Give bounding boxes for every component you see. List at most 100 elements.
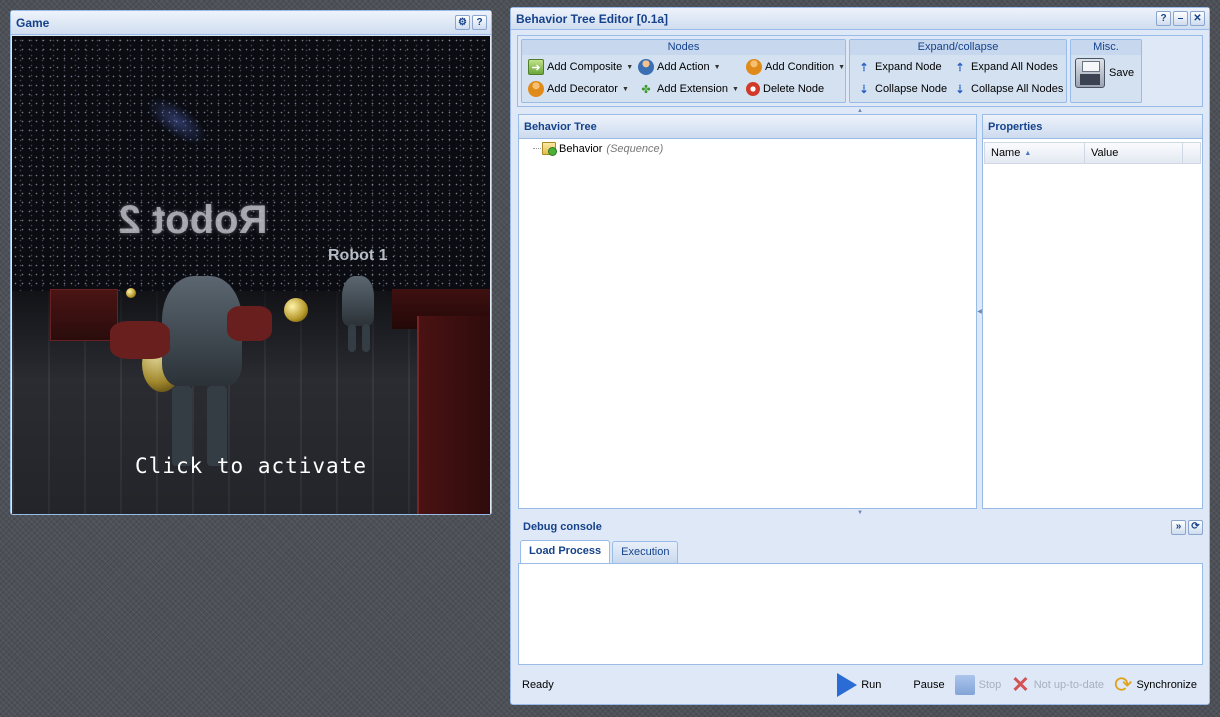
tab-load-process[interactable]: Load Process [520, 540, 611, 563]
properties-grid-header: Name ▲ Value [984, 142, 1201, 164]
pause-label: Pause [913, 679, 945, 691]
column-header-name-label: Name [991, 147, 1021, 159]
decorator-icon [528, 81, 544, 97]
click-to-activate[interactable]: Click to activate [12, 454, 490, 478]
misc-group-title: Misc. [1071, 40, 1141, 55]
expand-all-label: Expand All Nodes [971, 61, 1058, 73]
floppy-disk-icon [1075, 58, 1105, 88]
game-viewport[interactable]: Robot 2 Robot 1 Click to activate [12, 36, 490, 514]
stop-label: Stop [978, 679, 1002, 691]
dropdown-arrow-icon: ▼ [626, 63, 634, 71]
add-composite-label: Add Composite [547, 61, 623, 73]
console-splitter[interactable]: ▼ [517, 510, 1203, 516]
extension-icon: ✤ [641, 83, 651, 96]
tree-node-root[interactable]: Behavior (Sequence) [533, 142, 976, 156]
wall-block-left [50, 289, 118, 341]
collapse-all-icon: ⇣ [955, 83, 965, 96]
expand-node-button[interactable]: ⇡ Expand Node [853, 57, 947, 77]
nodes-group-title: Nodes [522, 40, 845, 55]
nodes-group: Nodes ➜ Add Composite ▼ Add Action ▼ Add… [521, 39, 846, 103]
behavior-tree-panel: Behavior Tree Behavior (Sequence) [518, 114, 977, 509]
save-label: Save [1109, 67, 1135, 79]
debug-tabs: Load Process Execution [518, 539, 1203, 564]
orb [126, 288, 136, 298]
add-condition-label: Add Condition [765, 61, 835, 73]
play-icon [837, 673, 858, 697]
add-decorator-label: Add Decorator [547, 83, 618, 95]
add-extension-button[interactable]: ✤ Add Extension ▼ [635, 79, 741, 99]
not-up-to-date-label: Not up-to-date [1033, 679, 1105, 691]
collapse-icon: ⇣ [859, 83, 869, 96]
stop-button[interactable]: Stop [954, 675, 1002, 695]
expand-collapse-group: Expand/collapse ⇡ Expand Node ⇡ Expand A… [849, 39, 1067, 103]
help-icon[interactable]: ? [472, 15, 487, 30]
column-header-name[interactable]: Name ▲ [985, 143, 1085, 163]
synchronize-button[interactable]: ⟳ Synchronize [1114, 674, 1197, 696]
robot-near-arm [227, 306, 272, 341]
wall-block-right [417, 316, 490, 514]
stop-icon [954, 675, 975, 695]
sort-ascending-icon: ▲ [1024, 149, 1032, 157]
dropdown-arrow-icon: ▼ [713, 63, 721, 71]
add-action-button[interactable]: Add Action ▼ [635, 57, 741, 77]
condition-icon [746, 59, 762, 75]
synchronize-label: Synchronize [1136, 679, 1197, 691]
tree-node-type: (Sequence) [606, 142, 664, 155]
column-header-value[interactable]: Value [1085, 143, 1183, 163]
run-button[interactable]: Run [837, 673, 881, 697]
tree-node-name: Behavior [559, 142, 603, 155]
misc-group: Misc. Save [1070, 39, 1142, 103]
gear-icon[interactable]: ⚙ [455, 15, 470, 30]
help-icon[interactable]: ? [1156, 11, 1171, 26]
delete-node-button[interactable]: Delete Node [743, 79, 843, 99]
expand-node-label: Expand Node [875, 61, 942, 73]
editor-window-header[interactable]: Behavior Tree Editor [0.1a] ? – ✕ [511, 8, 1209, 30]
column-header-value-label: Value [1091, 147, 1119, 159]
starfield [12, 36, 490, 326]
sequence-node-icon [542, 142, 557, 156]
expand-all-icon: ⇡ [955, 61, 965, 74]
add-condition-button[interactable]: Add Condition ▼ [743, 57, 846, 77]
behavior-tree-editor-window: Behavior Tree Editor [0.1a] ? – ✕ Nodes … [510, 7, 1210, 705]
tab-execution[interactable]: Execution [612, 541, 679, 563]
expand-collapse-group-title: Expand/collapse [850, 40, 1066, 55]
collapse-all-button[interactable]: ⇣ Collapse All Nodes [949, 79, 1064, 99]
robot-1-label: Robot 1 [328, 247, 388, 264]
action-icon [638, 59, 654, 75]
debug-console-title: Debug console [523, 521, 602, 533]
minimize-icon[interactable]: – [1173, 11, 1188, 26]
cross-icon: ✕ [1011, 672, 1030, 697]
debug-console-header: Debug console » ⟳ [518, 517, 1203, 537]
pause-button[interactable]: Pause [891, 674, 944, 696]
close-icon[interactable]: ✕ [1190, 11, 1205, 26]
collapse-node-button[interactable]: ⇣ Collapse Node [853, 79, 947, 99]
sync-icon: ⟳ [1114, 672, 1133, 697]
not-up-to-date-indicator: ✕ Not up-to-date [1011, 674, 1104, 696]
delete-node-label: Delete Node [763, 83, 825, 95]
save-button[interactable]: Save [1071, 55, 1141, 91]
add-composite-button[interactable]: ➜ Add Composite ▼ [525, 57, 633, 77]
game-window: Game ⚙ ? Robot 2 Robot 1 Click to activa… [10, 10, 492, 515]
collapse-node-label: Collapse Node [875, 83, 948, 95]
dropdown-arrow-icon: ▼ [621, 85, 629, 93]
dropdown-arrow-icon: ▼ [731, 85, 739, 93]
behavior-tree-panel-title: Behavior Tree [519, 115, 976, 139]
game-window-header[interactable]: Game ⚙ ? [11, 11, 491, 35]
collapse-panel-icon[interactable]: » [1171, 519, 1186, 535]
add-extension-label: Add Extension [657, 83, 728, 95]
debug-log-area[interactable] [518, 564, 1203, 665]
expand-all-button[interactable]: ⇡ Expand All Nodes [949, 57, 1061, 77]
pause-icon [891, 674, 909, 696]
robot-far-leg [348, 324, 356, 352]
game-window-title: Game [16, 15, 50, 30]
expand-icon: ⇡ [859, 61, 869, 74]
orb [284, 298, 308, 322]
refresh-icon[interactable]: ⟳ [1188, 519, 1203, 535]
status-bar: Ready Run Pause Stop ✕ Not up-to-date ⟳ … [518, 669, 1203, 701]
collapse-all-label: Collapse All Nodes [971, 83, 1064, 95]
dropdown-arrow-icon: ▼ [838, 63, 846, 71]
add-action-label: Add Action [657, 61, 710, 73]
delete-icon [746, 82, 760, 96]
robot-2-label: Robot 2 [118, 198, 268, 242]
add-decorator-button[interactable]: Add Decorator ▼ [525, 79, 633, 99]
